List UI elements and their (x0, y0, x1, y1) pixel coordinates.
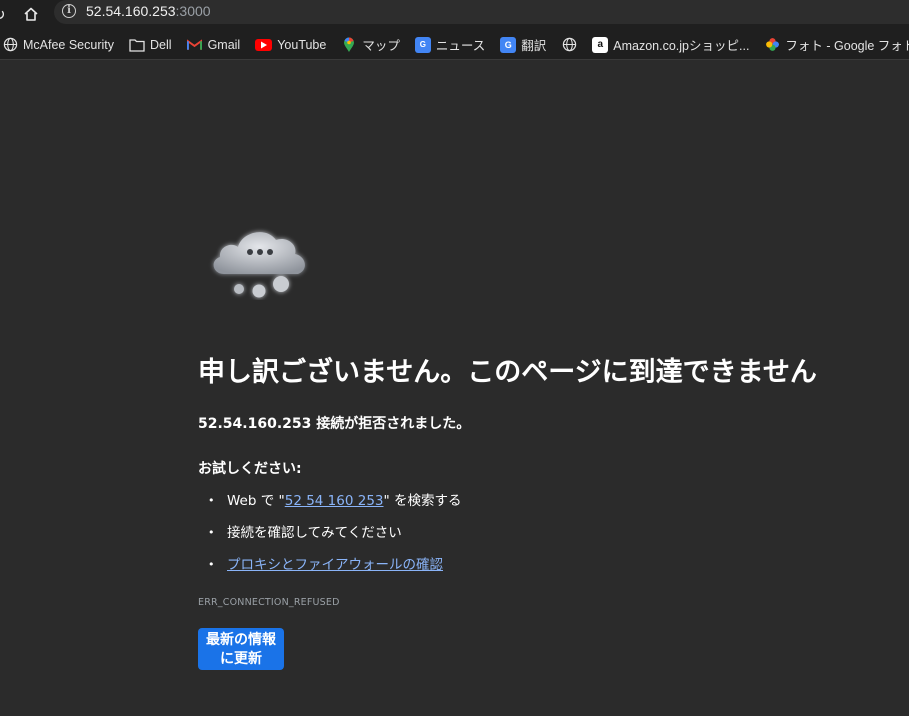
globe-icon (2, 37, 18, 53)
home-icon[interactable] (20, 3, 42, 25)
error-code: ERR_CONNECTION_REFUSED (198, 597, 340, 608)
search-link[interactable]: 52 54 160 253 (285, 493, 384, 509)
bookmark-mcafee[interactable]: McAfee Security (2, 31, 129, 59)
url-text[interactable]: 52.54.160.253:3000 (86, 3, 211, 19)
gmail-icon (187, 37, 203, 53)
reload-button-line1: 最新の情報 (206, 632, 276, 648)
reload-icon[interactable]: ↻ (0, 3, 10, 25)
list-item: プロキシとファイアウォールの確認 (198, 555, 462, 587)
site-info-icon[interactable]: i (62, 4, 76, 18)
page-title: 申し訳ございません。このページに到達できません (198, 357, 817, 388)
bookmark-translate[interactable]: G 翻訳 (500, 31, 561, 59)
error-subtitle: 52.54.160.253 接続が拒否されました。 (198, 416, 471, 432)
photos-icon (764, 37, 780, 53)
bookmark-amazon[interactable]: a Amazon.co.jpショッピ... (592, 31, 764, 59)
proxy-firewall-link[interactable]: プロキシとファイアウォールの確認 (227, 557, 443, 573)
bookmark-youtube[interactable]: YouTube (255, 31, 341, 59)
folder-icon (129, 37, 145, 53)
bookmark-dell[interactable]: Dell (129, 31, 187, 59)
translate-icon: G (500, 36, 517, 53)
amazon-icon: a (592, 36, 609, 53)
address-toolbar: ↻ i 52.54.160.253:3000 (0, 0, 909, 30)
address-bar[interactable]: i 52.54.160.253:3000 (54, 0, 909, 24)
youtube-icon (255, 38, 273, 51)
suggestions-list: Web で "52 54 160 253" を検索する 接続を確認してみてくださ… (198, 491, 462, 587)
cloud-error-icon (213, 232, 305, 298)
bookmarks-bar: McAfee Security Dell Gmail YouTube マップ G… (0, 30, 909, 60)
bookmark-photos[interactable]: フォト - Google フォト (764, 31, 909, 59)
bookmark-news[interactable]: G ニュース (414, 31, 500, 59)
maps-icon (341, 37, 357, 53)
bookmark-maps[interactable]: マップ (341, 31, 415, 59)
globe-icon (561, 37, 577, 53)
reload-button-line2: に更新 (220, 651, 262, 667)
news-icon: G (414, 36, 431, 53)
list-item: Web で "52 54 160 253" を検索する (198, 491, 462, 523)
suggestions-heading: お試しください: (198, 461, 302, 477)
bookmark-gmail[interactable]: Gmail (187, 31, 256, 59)
bookmark-globe[interactable] (561, 31, 592, 59)
reload-button[interactable]: 最新の情報 に更新 (198, 628, 284, 670)
list-item: 接続を確認してみてください (198, 523, 462, 555)
